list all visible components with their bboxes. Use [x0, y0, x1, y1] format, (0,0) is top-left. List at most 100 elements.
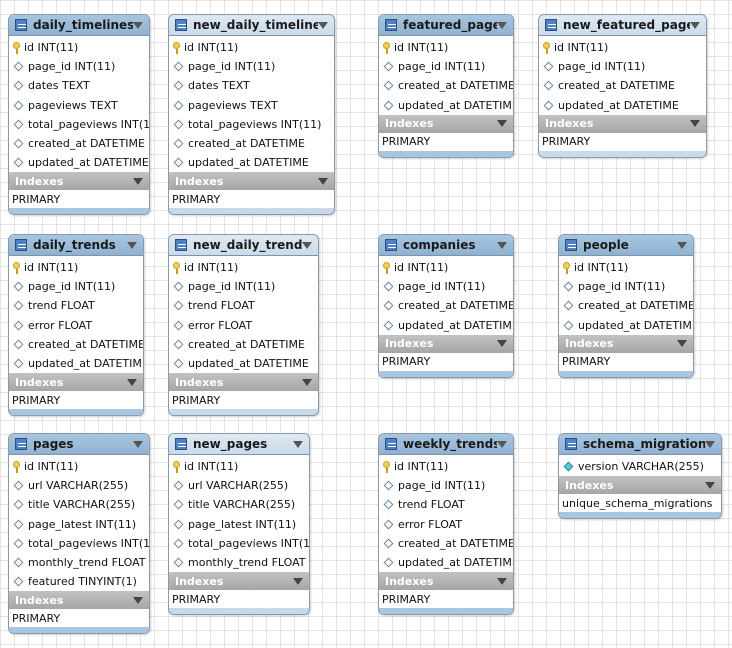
column-row[interactable]: id INT(11) — [539, 38, 706, 57]
table-header[interactable]: pages — [9, 434, 149, 455]
collapse-triangle-icon[interactable] — [318, 177, 328, 185]
table-header[interactable]: new_featured_pages — [539, 15, 706, 36]
column-row[interactable]: id INT(11) — [169, 457, 309, 476]
indexes-header[interactable]: Indexes — [9, 373, 143, 392]
column-row[interactable]: monthly_trend FLOAT — [169, 553, 309, 572]
column-row[interactable]: id INT(11) — [379, 258, 513, 277]
column-row[interactable]: updated_at DATETIME — [379, 96, 513, 115]
table-people[interactable]: people id INT(11) page_id INT(11) create… — [558, 234, 694, 378]
column-row[interactable]: page_id INT(11) — [379, 476, 513, 495]
column-row[interactable]: trend FLOAT — [379, 495, 513, 514]
table-daily-timelines[interactable]: daily_timelines id INT(11) page_id INT(1… — [8, 14, 150, 216]
indexes-header[interactable]: Indexes — [379, 334, 513, 353]
table-new-daily-trends[interactable]: new_daily_trends id INT(11) page_id INT(… — [168, 234, 319, 417]
table-featured-pages[interactable]: featured_pages id INT(11) page_id INT(11… — [378, 14, 514, 158]
column-row[interactable]: page_id INT(11) — [9, 57, 149, 76]
column-row[interactable]: total_pageviews INT(11) — [9, 534, 149, 553]
column-row[interactable]: id INT(11) — [559, 258, 693, 277]
column-row[interactable]: id INT(11) — [9, 258, 143, 277]
table-daily-trends[interactable]: daily_trends id INT(11) page_id INT(11) … — [8, 234, 144, 417]
collapse-triangle-icon[interactable] — [293, 577, 303, 585]
collapse-triangle-icon[interactable] — [497, 577, 507, 585]
table-header[interactable]: daily_timelines — [9, 15, 149, 36]
indexes-header[interactable]: Indexes — [169, 373, 318, 392]
collapse-triangle-icon[interactable] — [293, 440, 303, 448]
index-item[interactable]: PRIMARY — [169, 590, 309, 608]
collapse-triangle-icon[interactable] — [302, 241, 312, 249]
column-row[interactable]: created_at DATETIME — [559, 296, 693, 315]
column-row[interactable]: id INT(11) — [379, 38, 513, 57]
index-item[interactable]: PRIMARY — [379, 590, 513, 608]
column-row[interactable]: dates TEXT — [169, 76, 334, 95]
index-item[interactable]: PRIMARY — [539, 133, 706, 151]
table-new-daily-timelines[interactable]: new_daily_timelines id INT(11) page_id I… — [168, 14, 335, 216]
column-row[interactable]: version VARCHAR(255) — [559, 457, 721, 476]
column-row[interactable]: total_pageviews INT(11) — [9, 115, 149, 134]
column-row[interactable]: page_id INT(11) — [169, 57, 334, 76]
indexes-header[interactable]: Indexes — [379, 114, 513, 133]
column-row[interactable]: url VARCHAR(255) — [9, 476, 149, 495]
column-row[interactable]: pageviews TEXT — [169, 96, 334, 115]
index-item[interactable]: PRIMARY — [379, 133, 513, 151]
column-row[interactable]: created_at DATETIME — [169, 134, 334, 153]
table-schema-migrations[interactable]: schema_migrations version VARCHAR(255) I… — [558, 433, 722, 520]
column-row[interactable]: created_at DATETIME — [9, 335, 143, 354]
table-new-featured-pages[interactable]: new_featured_pages id INT(11) page_id IN… — [538, 14, 707, 158]
column-row[interactable]: updated_at DATETIME — [559, 316, 693, 335]
table-weekly-trends[interactable]: weekly_trends id INT(11) page_id INT(11)… — [378, 433, 514, 616]
collapse-triangle-icon[interactable] — [497, 440, 507, 448]
collapse-triangle-icon[interactable] — [133, 21, 143, 29]
column-row[interactable]: url VARCHAR(255) — [169, 476, 309, 495]
column-row[interactable]: page_id INT(11) — [169, 277, 318, 296]
column-row[interactable]: id INT(11) — [9, 38, 149, 57]
indexes-header[interactable]: Indexes — [9, 591, 149, 610]
table-header[interactable]: weekly_trends — [379, 434, 513, 455]
column-row[interactable]: trend FLOAT — [169, 296, 318, 315]
column-row[interactable]: updated_at DATETIME — [379, 553, 513, 572]
indexes-header[interactable]: Indexes — [539, 114, 706, 133]
column-row[interactable]: featured TINYINT(1) — [9, 572, 149, 591]
collapse-triangle-icon[interactable] — [705, 440, 715, 448]
indexes-header[interactable]: Indexes — [169, 572, 309, 591]
column-row[interactable]: updated_at DATETIME — [539, 96, 706, 115]
collapse-triangle-icon[interactable] — [690, 21, 700, 29]
column-row[interactable]: page_id INT(11) — [559, 277, 693, 296]
column-row[interactable]: id INT(11) — [169, 258, 318, 277]
index-item[interactable]: PRIMARY — [169, 391, 318, 409]
index-item[interactable]: PRIMARY — [379, 353, 513, 371]
index-item[interactable]: PRIMARY — [559, 353, 693, 371]
column-row[interactable]: id INT(11) — [379, 457, 513, 476]
column-row[interactable]: updated_at DATETIME — [169, 354, 318, 373]
column-row[interactable]: updated_at DATETIME — [9, 354, 143, 373]
collapse-triangle-icon[interactable] — [302, 378, 312, 386]
indexes-header[interactable]: Indexes — [379, 572, 513, 591]
collapse-triangle-icon[interactable] — [497, 241, 507, 249]
collapse-triangle-icon[interactable] — [133, 596, 143, 604]
column-row[interactable]: created_at DATETIME — [539, 76, 706, 95]
collapse-triangle-icon[interactable] — [127, 241, 137, 249]
column-row[interactable]: created_at DATETIME — [379, 76, 513, 95]
column-row[interactable]: created_at DATETIME — [379, 534, 513, 553]
column-row[interactable]: page_id INT(11) — [379, 277, 513, 296]
table-header[interactable]: people — [559, 235, 693, 256]
column-row[interactable]: id INT(11) — [169, 38, 334, 57]
collapse-triangle-icon[interactable] — [497, 21, 507, 29]
table-header[interactable]: featured_pages — [379, 15, 513, 36]
index-item[interactable]: unique_schema_migrations — [559, 494, 721, 512]
column-row[interactable]: updated_at DATETIME — [9, 153, 149, 172]
collapse-triangle-icon[interactable] — [705, 481, 715, 489]
collapse-triangle-icon[interactable] — [677, 241, 687, 249]
indexes-header[interactable]: Indexes — [559, 334, 693, 353]
index-item[interactable]: PRIMARY — [9, 609, 149, 627]
column-row[interactable]: dates TEXT — [9, 76, 149, 95]
index-item[interactable]: PRIMARY — [169, 190, 334, 208]
index-item[interactable]: PRIMARY — [9, 190, 149, 208]
table-header[interactable]: new_pages — [169, 434, 309, 455]
column-row[interactable]: created_at DATETIME — [169, 335, 318, 354]
column-row[interactable]: created_at DATETIME — [9, 134, 149, 153]
collapse-triangle-icon[interactable] — [127, 378, 137, 386]
column-row[interactable]: title VARCHAR(255) — [169, 495, 309, 514]
column-row[interactable]: pageviews TEXT — [9, 96, 149, 115]
indexes-header[interactable]: Indexes — [559, 476, 721, 495]
column-row[interactable]: updated_at DATETIME — [379, 316, 513, 335]
